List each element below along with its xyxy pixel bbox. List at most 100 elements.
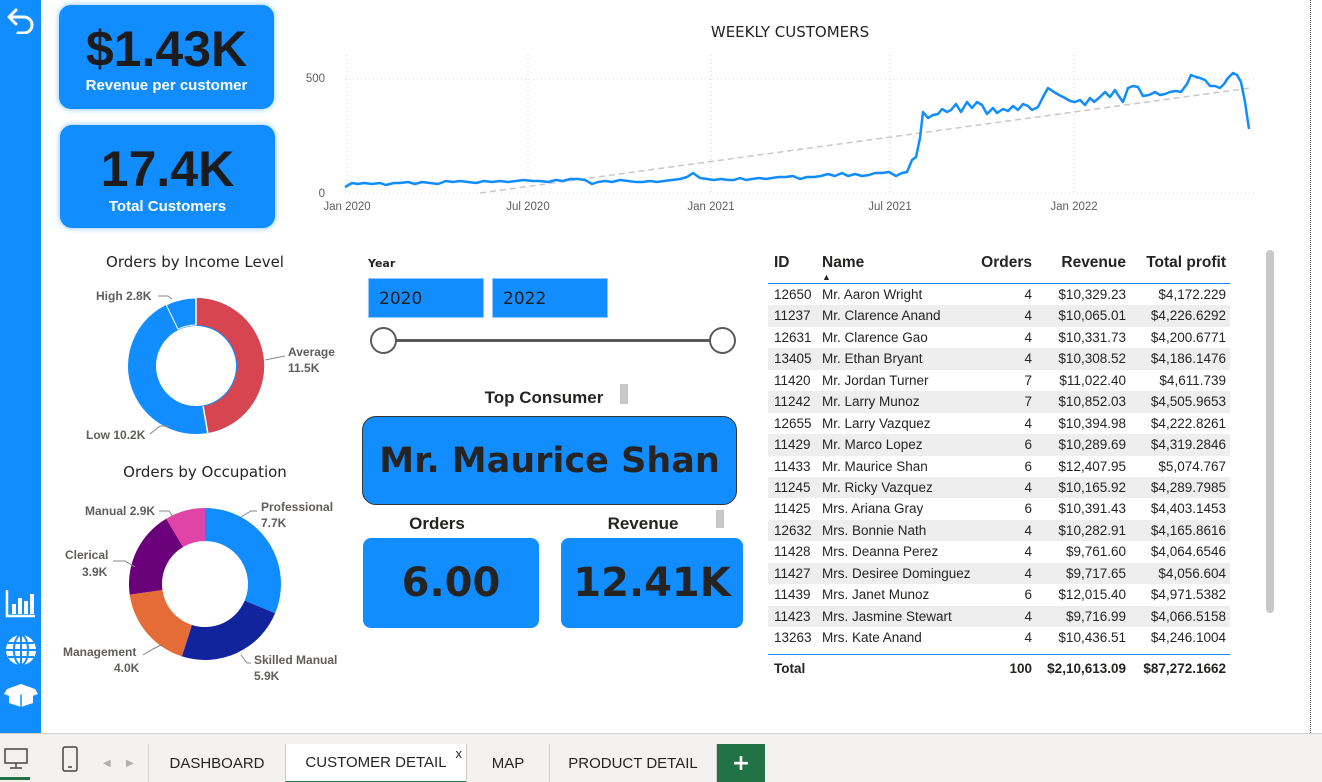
bar-chart-icon[interactable] (0, 588, 41, 618)
mobile-view-icon[interactable] (62, 746, 78, 772)
cell-revenue: $10,394.98 (1058, 415, 1126, 431)
header-total-profit[interactable]: Total profit (1146, 254, 1226, 272)
table-row[interactable]: 12655 Mr. Larry Vazquez 4 $10,394.98 $4,222.… (768, 413, 1230, 434)
year-slider-track[interactable] (384, 339, 722, 342)
top-consumer-scroll-thumb[interactable] (620, 384, 628, 404)
trend-line (479, 87, 1251, 194)
cell-name: Mr. Larry Munoz (822, 394, 920, 410)
x-tick-jul-2021: Jul 2021 (868, 201, 911, 213)
header-orders[interactable]: Orders (981, 254, 1032, 272)
year-to-input[interactable]: 2022 (492, 278, 608, 318)
table-row[interactable]: 12650 Mr. Aaron Wright 4 $10,329.23 $4,172.2… (768, 284, 1230, 305)
occupation-label-skilled-manual-value: 5.9K (254, 669, 280, 683)
cell-revenue: $10,282.91 (1058, 522, 1126, 538)
table-row[interactable]: 11245 Mr. Ricky Vazquez 4 $10,165.92 $4,289.… (768, 476, 1230, 499)
cell-id: 12650 (774, 287, 812, 302)
table-row[interactable]: 11428 Mrs. Deanna Perez 4 $9,761.60 $4,064.6… (768, 541, 1230, 562)
table-scrollbar[interactable] (1266, 250, 1274, 613)
add-page-button[interactable]: + (717, 744, 765, 782)
total-orders: 100 (1009, 661, 1032, 677)
tab-dashboard[interactable]: DASHBOARD (148, 744, 285, 782)
total-customers-value: 17.4K (100, 141, 235, 197)
cell-id: 11242 (774, 394, 811, 410)
occupation-donut-chart[interactable]: Manual 2.9K Professional 7.7K Clerical 3… (55, 495, 355, 690)
occupation-label-professional-value: 7.7K (261, 516, 287, 530)
tab-product-detail[interactable]: PRODUCT DETAIL (549, 744, 717, 782)
desktop-view-icon[interactable] (4, 748, 28, 769)
scroll-left-icon[interactable]: ◀ (103, 758, 111, 769)
table-row[interactable]: 11429 Mr. Marco Lopez 6 $10,289.69 $4,319.28… (768, 434, 1230, 456)
weekly-customers-chart[interactable]: 500 0 Jan 2020 Jul 2020 Jan 2021 Jul 202… (300, 40, 1270, 220)
globe-icon[interactable] (0, 633, 41, 667)
top-consumer-title: Top Consumer (484, 388, 604, 407)
cell-orders: 6 (1024, 458, 1032, 474)
table-row[interactable]: 11439 Mrs. Janet Munoz 6 $12,015.40 $4,971.5… (768, 584, 1230, 605)
close-tab-icon[interactable]: x (456, 746, 463, 761)
table-row[interactable]: 12632 Mrs. Bonnie Nath 4 $10,282.91 $4,165.8… (768, 519, 1230, 542)
cell-orders: 4 (1024, 522, 1032, 538)
table-row[interactable]: 11237 Mr. Clarence Anand 4 $10,065.01 $4,226… (768, 305, 1230, 327)
cell-total-profit: $4,505.9653 (1150, 394, 1226, 410)
cell-revenue: $9,761.60 (1065, 544, 1126, 560)
cell-total-profit: $4,222.8261 (1150, 415, 1226, 431)
cell-total-profit: $4,319.2846 (1150, 437, 1226, 453)
scroll-right-icon[interactable]: ▶ (126, 758, 134, 769)
table-row[interactable]: 11242 Mr. Larry Munoz 7 $10,852.03 $4,505.96… (768, 391, 1230, 413)
x-tick-jan-2022: Jan 2022 (1050, 201, 1097, 213)
year-from-input[interactable]: 2020 (368, 278, 484, 318)
cell-name: Mrs. Jasmine Stewart (822, 608, 952, 624)
income-label-high: High 2.8K (96, 289, 152, 303)
cell-id: 11427 (774, 565, 811, 581)
box-icon[interactable] (0, 680, 41, 708)
revenue-per-customer-label: Revenue per customer (85, 77, 248, 94)
cell-name: Mr. Aaron Wright (822, 287, 923, 302)
cell-orders: 7 (1024, 394, 1032, 410)
tab-map[interactable]: MAP (466, 744, 549, 782)
cell-name: Mr. Marco Lopez (822, 437, 923, 453)
cell-id: 11433 (774, 458, 811, 474)
donut-slice-skilled-manual (181, 600, 276, 660)
table-row[interactable]: 11420 Mr. Jordan Turner 7 $11,022.40 $4,611.… (768, 370, 1230, 391)
cell-name: Mrs. Janet Munoz (822, 587, 930, 603)
table-row[interactable]: 12631 Mr. Clarence Gao 4 $10,331.73 $4,200.6… (768, 327, 1230, 348)
year-slider-start-handle[interactable] (370, 327, 397, 354)
cell-orders: 6 (1024, 437, 1032, 453)
header-id[interactable]: ID (774, 254, 790, 272)
donut-slice-average (196, 297, 265, 433)
cell-id: 11425 (774, 501, 811, 517)
left-navigation-bar (0, 0, 41, 733)
x-tick-jul-2020: Jul 2020 (506, 201, 549, 213)
table-row[interactable]: 13263 Mrs. Kate Anand 4 $10,436.51 $4,246.10… (768, 627, 1230, 648)
header-revenue[interactable]: Revenue (1061, 254, 1126, 272)
table-row[interactable]: 11423 Mrs. Jasmine Stewart 4 $9,716.99 $4,06… (768, 605, 1230, 627)
top-consumer-name-card: Mr. Maurice Shan (362, 416, 737, 505)
table-row[interactable]: 11427 Mrs. Desiree Dominguez 4 $9,717.65 $4,… (768, 562, 1230, 585)
cell-name: Mrs. Ariana Gray (822, 501, 924, 517)
cell-id: 11428 (774, 544, 811, 560)
desktop-view-indicator (0, 777, 30, 780)
cell-total-profit: $4,611.739 (1159, 372, 1226, 388)
table-row[interactable]: 11425 Mrs. Ariana Gray 6 $10,391.43 $4,403.1… (768, 498, 1230, 519)
cell-total-profit: $4,066.5158 (1150, 608, 1226, 624)
page-tab-bar: ◀ ▶ DASHBOARD CUSTOMER DETAIL x MAP PROD… (0, 733, 1322, 782)
year-slider-end-handle[interactable] (709, 327, 736, 354)
tab-customer-detail[interactable]: CUSTOMER DETAIL x (285, 744, 466, 782)
revenue-scroll-thumb[interactable] (716, 510, 724, 528)
x-tick-jan-2020: Jan 2020 (323, 201, 370, 213)
table-row[interactable]: 11433 Mr. Maurice Shan 6 $12,407.95 $5,074.7… (768, 456, 1230, 477)
y-tick-500: 500 (306, 73, 325, 85)
y-tick-0: 0 (319, 188, 325, 200)
cell-orders: 4 (1024, 351, 1032, 367)
cell-id: 11423 (774, 608, 811, 624)
income-level-donut-chart[interactable]: High 2.8K Average 11.5K Low 10.2K (60, 280, 350, 450)
cell-revenue: $12,407.95 (1058, 458, 1126, 474)
weekly-customers-title: WEEKLY CUSTOMERS (710, 23, 870, 41)
cell-revenue: $10,436.51 (1058, 630, 1126, 645)
cell-name: Mr. Ethan Bryant (822, 351, 923, 367)
table-row[interactable]: 13405 Mr. Ethan Bryant 4 $10,308.52 $4,186.1… (768, 348, 1230, 370)
back-arrow-icon[interactable] (0, 6, 41, 34)
cell-total-profit: $5,074.767 (1158, 458, 1226, 474)
cell-total-profit: $4,289.7985 (1150, 479, 1226, 495)
header-name[interactable]: Name (822, 254, 864, 272)
cell-orders: 4 (1024, 544, 1032, 560)
